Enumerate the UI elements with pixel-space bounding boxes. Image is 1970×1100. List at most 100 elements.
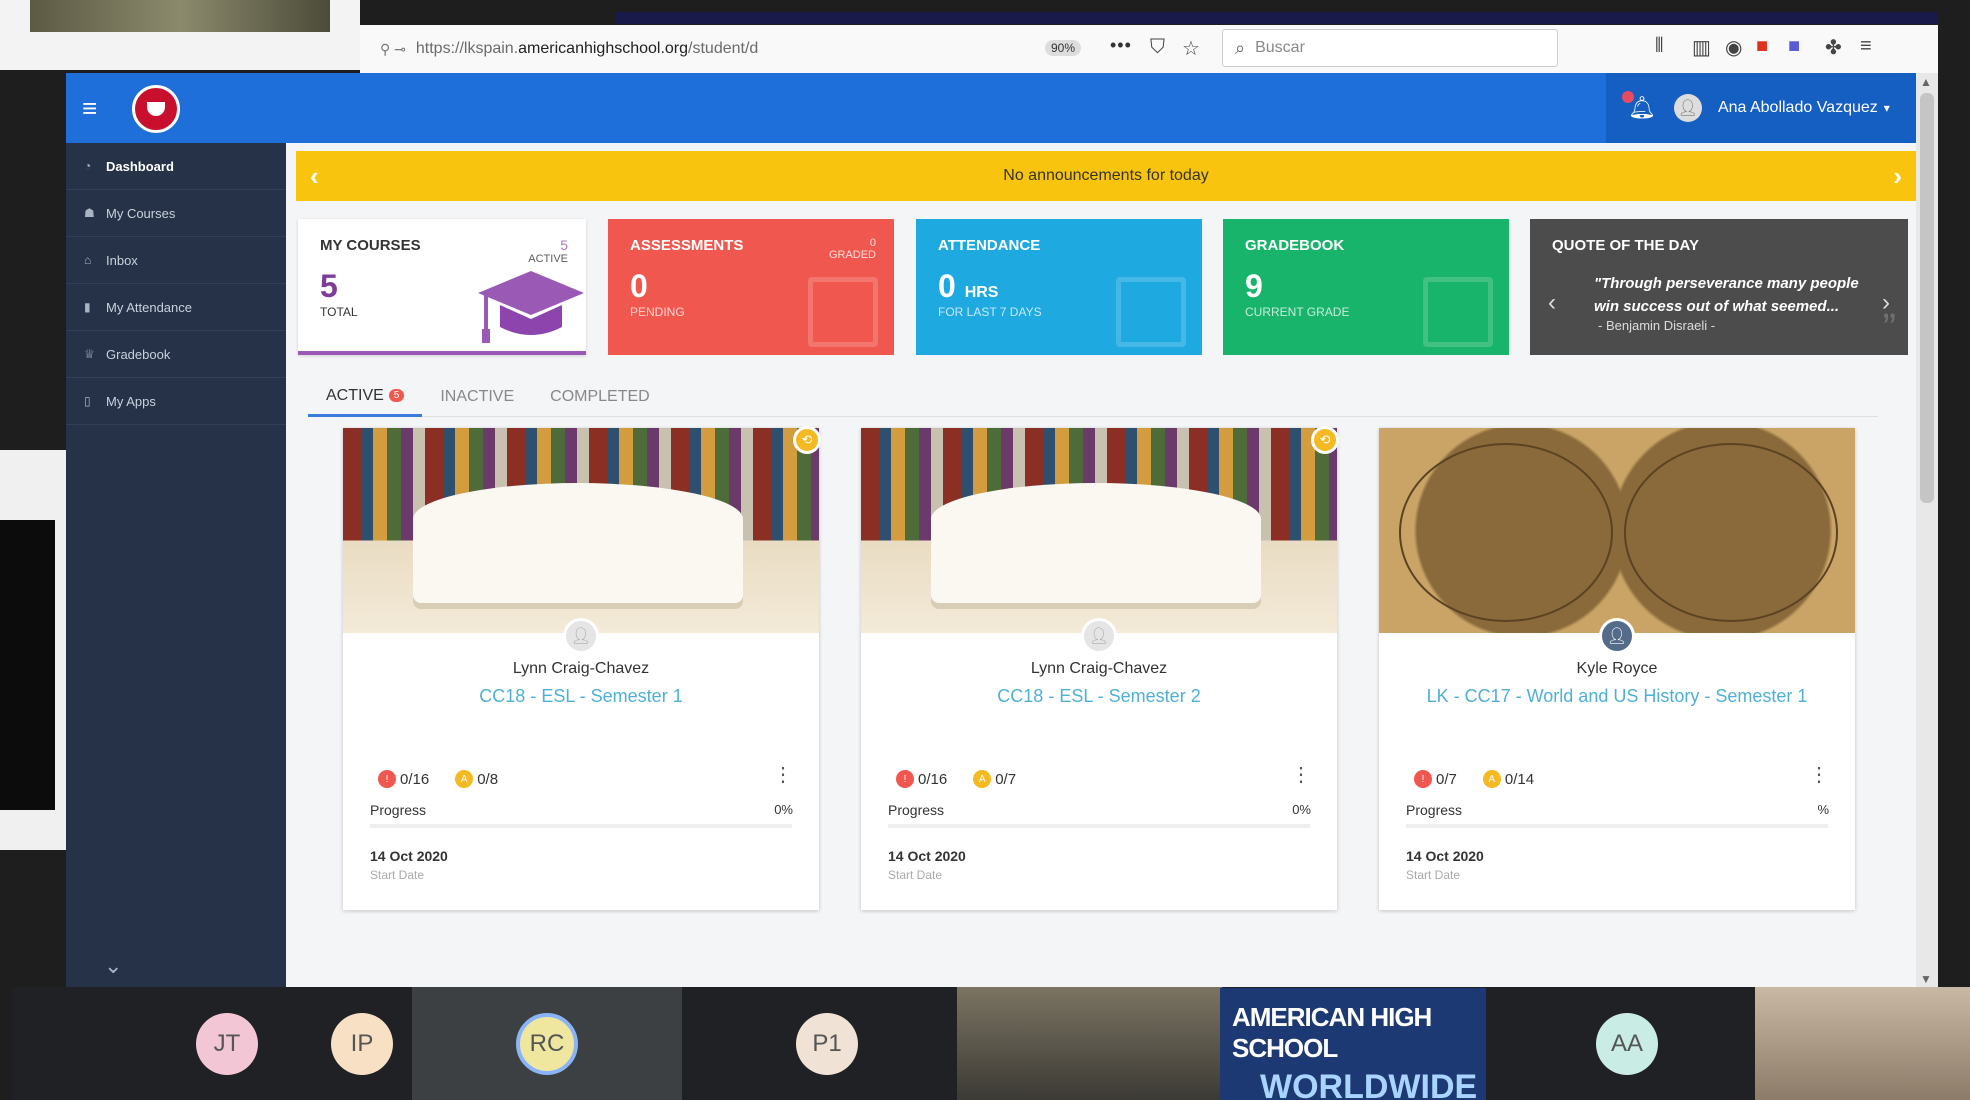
dashboard-icon: ◔ bbox=[84, 159, 92, 173]
school-banner-video[interactable]: AMERICAN HIGH SCHOOL WORLDWIDE bbox=[1220, 988, 1486, 1100]
participant-tile[interactable]: JT bbox=[162, 987, 292, 1100]
participant-video[interactable] bbox=[957, 987, 1222, 1100]
my-courses-card[interactable]: MY COURSES 5 ACTIVE 5 TOTAL bbox=[298, 219, 586, 355]
scroll-down-icon[interactable]: ▼ bbox=[1920, 972, 1932, 986]
library-icon[interactable]: ⫴ bbox=[1655, 35, 1663, 58]
sidebar-item-my-attendance[interactable]: ▮ My Attendance bbox=[66, 284, 286, 331]
card-corner: 0 GRADED bbox=[829, 237, 876, 261]
graded-count: 0 bbox=[869, 237, 876, 249]
zoom-level-badge[interactable]: 90% bbox=[1045, 40, 1082, 56]
participant-tile[interactable]: P1 bbox=[682, 987, 972, 1100]
sidebar-item-gradebook[interactable]: ♕ Gradebook bbox=[66, 331, 286, 378]
chevron-left-icon[interactable]: ‹ bbox=[1548, 289, 1556, 317]
card-value: 0 bbox=[938, 268, 956, 304]
extension-icon[interactable]: ■ bbox=[1756, 35, 1768, 58]
extension-icon-2[interactable]: ■ bbox=[1788, 35, 1800, 58]
school-logo[interactable] bbox=[132, 85, 180, 133]
url-prefix: https://lkspain. bbox=[415, 40, 519, 57]
course-card[interactable]: 👤︎ Kyle Royce LK - CC17 - World and US H… bbox=[1379, 428, 1855, 910]
scrollbar-thumb[interactable] bbox=[1920, 93, 1934, 503]
page-scrollbar[interactable]: ▲ ▼ bbox=[1916, 73, 1938, 988]
search-placeholder: Buscar bbox=[1255, 39, 1305, 56]
participant-tile-active[interactable]: RC bbox=[412, 987, 682, 1100]
course-name-link[interactable]: CC18 - ESL - Semester 1 bbox=[343, 686, 819, 707]
participant-avatar: AA bbox=[1596, 1012, 1658, 1075]
mobile-icon: ▯ bbox=[84, 394, 91, 408]
course-card[interactable]: ⟲ 👤︎ Lynn Craig-Chavez CC18 - ESL - Seme… bbox=[343, 426, 821, 910]
attendance-card[interactable]: ATTENDANCE 0 HRS FOR LAST 7 DAYS bbox=[916, 219, 1202, 355]
teacher-name: Lynn Craig-Chavez bbox=[1030, 660, 1168, 677]
start-date: 14 Oct 2020 bbox=[370, 848, 448, 864]
url-path: /student/d bbox=[688, 40, 759, 57]
kebab-menu-icon[interactable]: ⋮ bbox=[773, 765, 793, 785]
menu-icon[interactable]: ≡ bbox=[1860, 35, 1872, 58]
bookmark-star-icon[interactable]: ☆ bbox=[1182, 36, 1200, 61]
participant-video[interactable] bbox=[1755, 987, 1970, 1100]
graduation-cap-icon: ☗ bbox=[84, 206, 95, 220]
teacher-avatar: 👤︎ bbox=[1599, 618, 1635, 654]
tab-label: ACTIVE bbox=[326, 386, 384, 404]
window-titlebar bbox=[615, 12, 1938, 24]
hamburger-menu-icon[interactable]: ≡ bbox=[82, 93, 97, 124]
tab-completed[interactable]: COMPLETED bbox=[532, 377, 668, 417]
history-icon[interactable]: ⟲ bbox=[793, 426, 821, 454]
sidebar-item-label: My Courses bbox=[106, 205, 176, 221]
open-book-image bbox=[931, 483, 1261, 603]
extensions-puzzle-icon[interactable]: ✤ bbox=[1825, 35, 1842, 60]
history-icon[interactable]: ⟲ bbox=[1311, 426, 1339, 454]
open-book-image bbox=[413, 483, 743, 603]
gradebook-card[interactable]: GRADEBOOK 9 CURRENT GRADE bbox=[1223, 219, 1509, 355]
account-icon[interactable]: ◉ bbox=[1725, 35, 1742, 60]
progress-label: Progress bbox=[1406, 802, 1463, 818]
start-date-label: Start Date bbox=[1406, 868, 1461, 882]
sidebar-item-inbox[interactable]: ⌂ Inbox bbox=[66, 237, 286, 284]
user-menu[interactable]: 🔔︎ 👤︎ Ana Abollado Vazquez ▾ bbox=[1606, 73, 1916, 143]
sidebar-toggle-icon[interactable]: ▥ bbox=[1692, 35, 1711, 60]
card-unit: HRS bbox=[964, 284, 999, 301]
notification-bell-icon[interactable]: 🔔︎ bbox=[1622, 91, 1656, 121]
kebab-menu-icon[interactable]: ⋮ bbox=[1809, 765, 1829, 785]
sidebar-item-my-apps[interactable]: ▯ My Apps bbox=[66, 378, 286, 425]
user-name: Ana Abollado Vazquez bbox=[1717, 99, 1878, 116]
screenshot-frame: ⚲ ⊸ https://lkspain. americanhighschool.o… bbox=[0, 0, 1970, 1100]
assessments-card[interactable]: ASSESSMENTS 0 GRADED 0 PENDING bbox=[608, 219, 894, 355]
course-stats: ! 0/16 A 0/7 bbox=[896, 770, 1016, 788]
sidebar-item-my-courses[interactable]: ☗ My Courses bbox=[66, 190, 286, 237]
teacher-name: Kyle Royce bbox=[1576, 660, 1658, 677]
participant-tile[interactable]: IP bbox=[292, 987, 432, 1100]
start-date: 14 Oct 2020 bbox=[1406, 848, 1484, 864]
progress-bar bbox=[888, 824, 1310, 828]
chevron-left-icon[interactable]: ‹ bbox=[310, 161, 319, 192]
card-title: ATTENDANCE bbox=[938, 237, 1041, 254]
yellow-count: 0/7 bbox=[995, 770, 1017, 788]
announcement-text: No announcements for today bbox=[1003, 167, 1209, 184]
url-domain: americanhighschool.org bbox=[518, 40, 689, 57]
chevron-right-icon[interactable]: › bbox=[1893, 161, 1902, 192]
chevron-down-icon[interactable]: ⌄ bbox=[104, 953, 122, 979]
course-card[interactable]: ⟲ 👤︎ Lynn Craig-Chavez CC18 - ESL - Seme… bbox=[861, 426, 1339, 910]
browser-search-input[interactable]: ⌕ Buscar bbox=[1222, 29, 1558, 67]
kebab-menu-icon[interactable]: ⋮ bbox=[1291, 765, 1311, 785]
sidebar-item-dashboard[interactable]: ◔ Dashboard bbox=[66, 143, 286, 190]
url-bar[interactable]: ⚲ ⊸ https://lkspain. americanhighschool.o… bbox=[380, 31, 1080, 67]
sidebar-item-label: Dashboard bbox=[106, 158, 174, 174]
quote-card: QUOTE OF THE DAY ‹ "Through perseverance… bbox=[1530, 219, 1908, 355]
alert-icon: ! bbox=[378, 770, 396, 788]
course-image bbox=[861, 428, 1337, 633]
course-image-world-map bbox=[1379, 428, 1855, 633]
graduation-cap-icon bbox=[478, 271, 584, 343]
page-actions-icon[interactable]: ••• bbox=[1110, 35, 1132, 56]
course-name-link[interactable]: CC18 - ESL - Semester 2 bbox=[861, 686, 1337, 707]
site-info-icon[interactable]: ⚲ ⊸ bbox=[380, 41, 406, 58]
course-name-link[interactable]: LK - CC17 - World and US History - Semes… bbox=[1379, 686, 1855, 707]
pocket-icon[interactable]: ⛉ bbox=[1150, 36, 1165, 59]
participant-tile[interactable]: AA bbox=[1492, 987, 1762, 1100]
tab-active[interactable]: ACTIVE 5 bbox=[308, 377, 423, 417]
scroll-up-icon[interactable]: ▲ bbox=[1920, 75, 1932, 89]
card-title: GRADEBOOK bbox=[1245, 237, 1345, 254]
card-corner: 5 ACTIVE bbox=[528, 237, 568, 265]
teacher-avatar: 👤︎ bbox=[1081, 618, 1117, 654]
tab-inactive[interactable]: INACTIVE bbox=[422, 377, 532, 417]
start-date: 14 Oct 2020 bbox=[888, 848, 966, 864]
document-icon bbox=[808, 277, 878, 347]
